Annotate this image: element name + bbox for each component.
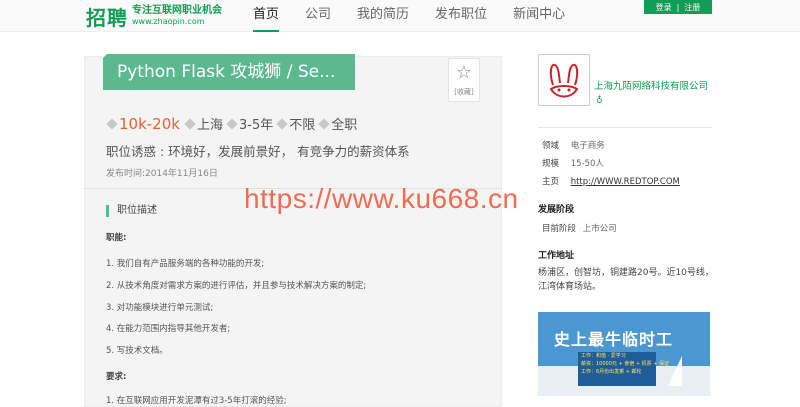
favorite-label: [收藏] bbox=[454, 88, 474, 96]
sidebar-divider bbox=[538, 127, 712, 128]
job-title: Python Flask 攻城狮 / Se... bbox=[103, 54, 355, 90]
tag-icon bbox=[276, 117, 288, 130]
size-label: 规模 bbox=[542, 159, 560, 169]
duty-item: 1. 我们自有产品服务端的各种功能的开发; bbox=[106, 259, 265, 269]
company-logo[interactable] bbox=[538, 54, 590, 106]
job-meta: 10k-20k 上海 3-5年 不限 全职 bbox=[106, 114, 360, 133]
field-value: 电子商务 bbox=[570, 141, 605, 151]
duty-item: 3. 对功能模块进行单元测试; bbox=[106, 303, 214, 313]
publish-time: 发布时间:2014年11月16日 bbox=[106, 169, 218, 179]
logo-tagline: 专注互联网职业机会 bbox=[132, 5, 222, 16]
nav-home[interactable]: 首页 bbox=[253, 0, 280, 32]
job-lure: 职位诱惑 : 环境好，发展前景好， 有竞争力的薪资体系 bbox=[106, 144, 410, 159]
star-icon: ☆ bbox=[455, 62, 473, 83]
verified-icon: ♁ bbox=[596, 96, 603, 106]
tag-icon bbox=[184, 117, 196, 130]
watermark-url: https://www.ku668.cn bbox=[244, 183, 519, 214]
field-label: 领域 bbox=[542, 141, 560, 151]
banner-line: 工作：和值 · 爱学习 bbox=[581, 353, 626, 359]
banner-line: 薪资：10000元 + 食宿 + 机票 + 保证 bbox=[581, 361, 670, 367]
size-value: 15-50人 bbox=[570, 159, 604, 169]
top-nav-bar: 招聘 专注互联网职业机会 www.zhaopin.com 首页 公司 我的简历 … bbox=[0, 0, 800, 32]
homepage-label: 主页 bbox=[542, 177, 560, 187]
nav-post-job[interactable]: 发布职位 bbox=[435, 0, 487, 32]
requirements-heading: 要求: bbox=[106, 372, 127, 382]
company-name-text: 上海九陌网络科技有限公司 bbox=[594, 81, 709, 92]
stage-heading: 发展阶段 bbox=[538, 205, 575, 215]
ad-banner[interactable]: 史上最牛临时工 工作：和值 · 爱学习 薪资：10000元 + 食宿 + 机票 … bbox=[538, 312, 710, 396]
auth-separator: | bbox=[676, 2, 680, 12]
tag-icon bbox=[106, 117, 118, 130]
nav-news[interactable]: 新闻中心 bbox=[513, 0, 565, 32]
homepage-link[interactable]: http://WWW.REDTOP.COM bbox=[571, 177, 680, 187]
job-education: 不限 bbox=[289, 118, 316, 133]
main-nav: 首页 公司 我的简历 发布职位 新闻中心 bbox=[253, 0, 591, 32]
stage-label: 目前阶段 bbox=[542, 224, 577, 234]
company-homepage: 主页 http://WWW.REDTOP.COM bbox=[542, 175, 680, 187]
job-description-title: 职位描述 bbox=[106, 205, 157, 217]
company-name[interactable]: 上海九陌网络科技有限公司 ♁ bbox=[594, 80, 714, 108]
sail-icon bbox=[668, 356, 682, 386]
job-city: 上海 bbox=[196, 118, 223, 133]
company-field: 领域 电子商务 bbox=[542, 139, 605, 151]
login-link[interactable]: 登录 bbox=[656, 2, 672, 13]
nav-company[interactable]: 公司 bbox=[305, 0, 331, 32]
logo-domain: www.zhaopin.com bbox=[132, 17, 205, 26]
job-experience: 3-5年 bbox=[238, 118, 274, 133]
company-stage: 目前阶段 上市公司 bbox=[542, 222, 617, 234]
duty-item: 5. 写技术文档。 bbox=[106, 346, 168, 356]
auth-links: 登录 | 注册 bbox=[644, 0, 712, 14]
stage-value: 上市公司 bbox=[582, 224, 617, 234]
site-logo[interactable]: 招聘 专注互联网职业机会 www.zhaopin.com bbox=[86, 0, 222, 32]
requirement-item: 1. 在互联网应用开发泥潭有过3-5年打滚的经验; bbox=[106, 396, 287, 406]
nav-my-resume[interactable]: 我的简历 bbox=[357, 0, 409, 32]
work-address: 杨浦区，创智坊，铜建路20号。近10号线，江湾体育场站。 bbox=[538, 268, 714, 292]
rabbit-logo-icon bbox=[549, 63, 579, 98]
logo-main-text: 招聘 bbox=[86, 5, 128, 30]
address-heading: 工作地址 bbox=[538, 251, 575, 261]
duties-heading: 职能: bbox=[106, 233, 127, 243]
register-link[interactable]: 注册 bbox=[684, 2, 700, 13]
company-size: 规模 15-50人 bbox=[542, 157, 604, 169]
duty-item: 4. 在能力范围内指导其他开发者; bbox=[106, 324, 231, 334]
banner-line: 工作：6月份出发乘 + 邮轮 bbox=[581, 369, 642, 375]
banner-details: 工作：和值 · 爱学习 薪资：10000元 + 食宿 + 机票 + 保证 工作：… bbox=[578, 352, 670, 386]
tag-icon bbox=[318, 117, 330, 130]
banner-headline: 史上最牛临时工 bbox=[554, 330, 674, 349]
tag-icon bbox=[226, 117, 238, 130]
duty-item: 2. 从技术角度对需求方案的进行评估，并且参与技术解决方案的制定; bbox=[106, 281, 367, 291]
logo-subtitle: 专注互联网职业机会 www.zhaopin.com bbox=[132, 5, 222, 27]
job-salary: 10k-20k bbox=[119, 114, 180, 133]
job-type: 全职 bbox=[331, 118, 358, 133]
favorite-button[interactable]: ☆ [收藏] bbox=[448, 58, 480, 102]
